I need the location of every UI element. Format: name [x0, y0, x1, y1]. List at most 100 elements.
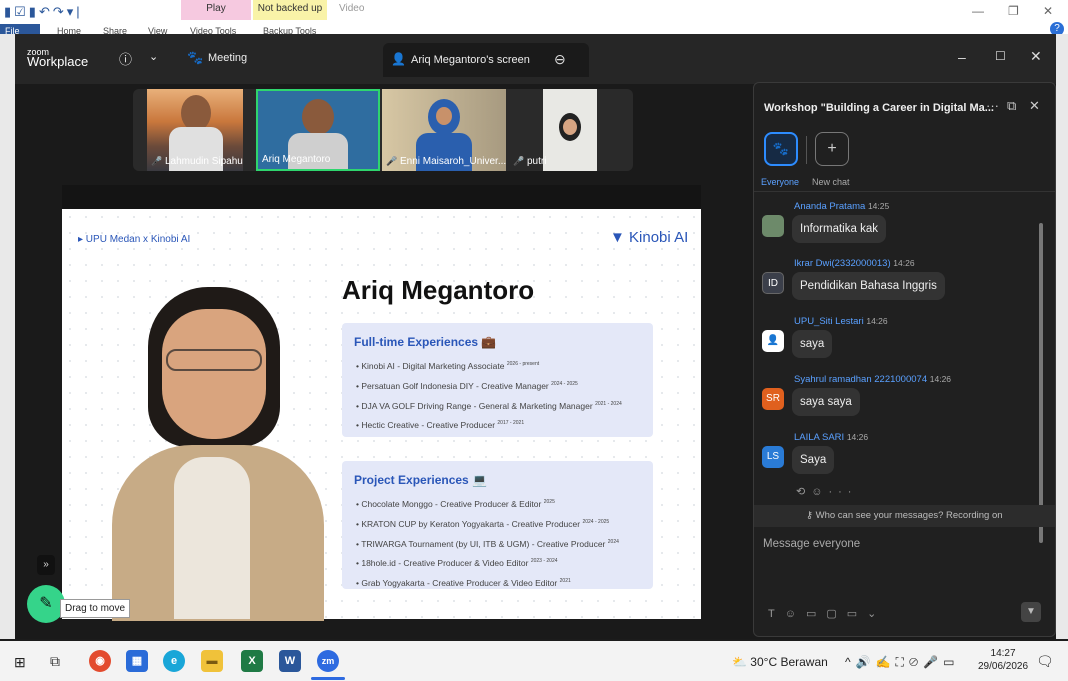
message-sender: LAILA SARI 14:26 — [794, 432, 869, 443]
more-icon[interactable]: ··· — [986, 98, 999, 113]
zoom-window: zoom Workplace ⓘ ⌄ 🐾 Meeting 👤 Ariq Mega… — [15, 34, 1056, 639]
chat-title: Workshop "Building a Career in Digital M… — [764, 102, 994, 114]
expand-up-icon[interactable]: » — [37, 555, 55, 575]
weather-cloud-icon: ⛅ — [732, 655, 747, 669]
person-key-icon: ⚷ — [806, 510, 813, 521]
minimize-icon[interactable]: — — [972, 4, 984, 18]
list-item: • KRATON CUP by Keraton Yogyakarta - Cre… — [356, 518, 610, 529]
info-icon[interactable]: ⓘ — [119, 49, 132, 68]
video-tile[interactable]: 🎤 Lahmudin Sipahutar ... — [147, 89, 243, 171]
more-options-icon[interactable]: ⊖ — [554, 51, 566, 68]
paw-icon: 🐾 — [187, 50, 204, 65]
speaker-glasses — [166, 349, 262, 371]
list-item: • TRIWARGA Tournament (by UI, ITB & UGM)… — [356, 538, 619, 549]
drag-tooltip: Drag to move — [60, 599, 131, 618]
project-title: Project Experiences 💻 — [354, 473, 488, 487]
word-icon[interactable]: W — [279, 650, 301, 672]
excel-icon[interactable]: X — [241, 650, 263, 672]
list-item: • Chocolate Monggo - Creative Producer &… — [356, 498, 555, 509]
zoom-app-icon[interactable]: zm — [317, 650, 339, 672]
file-explorer-icon[interactable]: ▬ — [201, 650, 223, 672]
list-item: • Hectic Creative - Creative Producer 20… — [356, 420, 525, 431]
participant-face — [563, 119, 577, 135]
tab-play[interactable]: Play — [181, 0, 251, 20]
avatar: LS — [762, 446, 784, 468]
store-icon[interactable]: ▦ — [126, 650, 148, 672]
meeting-tab[interactable]: Meeting — [208, 52, 247, 64]
message-input[interactable]: Message everyone — [763, 538, 860, 550]
window-title-video: Video — [339, 3, 365, 14]
speaker-name-heading: Ariq Megantoro — [342, 275, 535, 305]
message-sender: Ananda Pratama 14:25 — [794, 201, 890, 212]
mic-muted-icon: 🎤 — [151, 156, 163, 166]
speaker-shirt — [174, 457, 250, 619]
message-bubble: Pendidikan Bahasa Inggris — [792, 272, 945, 300]
screen-share-tab-label: Ariq Megantoro's screen — [411, 54, 530, 66]
mic-muted-icon: 🎤 — [513, 156, 525, 166]
message-sender: Ikrar Dwi(2332000013) 14:26 — [794, 258, 915, 269]
message-sender: Syahrul ramadhan 2221000074 14:26 — [794, 374, 952, 385]
clock-date: 29/06/2026 — [978, 661, 1029, 672]
chat-tab-divider — [806, 136, 807, 164]
weather-widget[interactable]: ⛅ 30°C Berawan — [732, 655, 828, 669]
message-bubble: Informatika kak — [792, 215, 886, 243]
restore-icon[interactable]: ❐ — [1008, 4, 1019, 18]
chat-formatting-toolbar[interactable]: T☺▭▢▭⌄ — [768, 607, 886, 620]
close-icon[interactable]: ✕ — [1043, 4, 1053, 18]
project-list: • Chocolate Monggo - Creative Producer &… — [342, 487, 653, 592]
notification-icon[interactable]: 🗨 — [1036, 653, 1054, 670]
clock-time: 14:27 — [990, 648, 1016, 659]
message-bubble: saya — [792, 330, 833, 358]
new-chat-plus-icon[interactable]: + — [815, 132, 849, 166]
screen-share-tab[interactable]: 👤 Ariq Megantoro's screen ⊖ — [383, 43, 589, 77]
tab-new-chat[interactable]: New chat — [812, 177, 850, 187]
popout-icon[interactable]: ⧉ — [1007, 98, 1016, 114]
list-item: • DJA VA GOLF Driving Range - General & … — [356, 400, 622, 411]
fulltime-list: • Kinobi AI - Digital Marketing Associat… — [342, 349, 653, 434]
windows-taskbar: ⊞ ⧉ ◉ ▦ e ▬ X W zm ⛅ 30°C Berawan ^🔊✍⛶⊘🎤… — [0, 641, 1068, 681]
avatar: SR — [762, 388, 784, 410]
close-icon[interactable]: ✕ — [1030, 48, 1042, 65]
video-tile[interactable]: 🎤 putri — [509, 89, 597, 171]
clock[interactable]: 14:27 29/06/2026 — [978, 647, 1028, 673]
user-icon: 👤 — [391, 52, 406, 66]
list-item: • 18hole.id - Creative Producer & Video … — [356, 558, 558, 569]
video-tile[interactable]: 🎤 Enni Maisaroh_Univer... — [382, 89, 506, 171]
message-bubble: Saya — [792, 446, 835, 474]
message-sender: UPU_Siti Lestari 14:26 — [794, 316, 888, 327]
participant-name: Enni Maisaroh_Univer... — [400, 156, 506, 167]
shared-screen-slide: ▸ UPU Medan x Kinobi AI ▼ Kinobi AI Ariq… — [62, 209, 701, 621]
quick-access-toolbar[interactable]: ▮☑▮↶↷▾| — [4, 4, 83, 20]
participant-face — [436, 107, 452, 125]
zoom-logo-big: Workplace — [27, 54, 89, 69]
system-tray-icons[interactable]: ^🔊✍⛶⊘🎤▭ — [845, 655, 959, 670]
send-icon[interactable]: ▼ — [1021, 602, 1041, 622]
task-view-icon[interactable]: ⧉ — [50, 653, 60, 670]
windows-start-icon[interactable]: ⊞ — [14, 654, 26, 671]
minimize-icon[interactable]: – — [958, 49, 966, 65]
tab-everyone[interactable]: Everyone — [761, 177, 799, 187]
video-tile-active-speaker[interactable]: Ariq Megantoro — [256, 89, 380, 171]
participant-name: Lahmudin Sipahutar ... — [165, 156, 243, 167]
tab-not-backed-up[interactable]: Not backed up — [253, 0, 327, 20]
participant-name: Ariq Megantoro — [262, 154, 331, 165]
slide-breadcrumb: ▸ UPU Medan x Kinobi AI — [78, 234, 191, 245]
zoom-titlebar: zoom Workplace ⓘ ⌄ 🐾 Meeting 👤 Ariq Mega… — [15, 34, 1056, 84]
everyone-chat-icon[interactable]: 🐾 — [764, 132, 798, 166]
chat-scrollbar[interactable] — [1039, 223, 1043, 543]
edge-icon[interactable]: e — [163, 650, 185, 672]
maximize-icon[interactable]: ☐ — [995, 49, 1006, 63]
project-experience-card: Project Experiences 💻 • Chocolate Monggo… — [342, 461, 653, 589]
message-reaction-icons[interactable]: ⟲☺··· — [796, 485, 857, 498]
chrome-icon[interactable]: ◉ — [89, 650, 111, 672]
active-app-indicator — [311, 677, 345, 680]
kinobi-logo: ▼ Kinobi AI — [610, 229, 688, 246]
close-icon[interactable]: ✕ — [1029, 98, 1040, 114]
avatar: ID — [762, 272, 784, 294]
participant-face — [181, 95, 211, 131]
kinobi-brand: Kinobi AI — [629, 229, 689, 246]
participant-body — [288, 133, 348, 169]
kinobi-logo-icon: ▼ — [610, 229, 625, 246]
chevron-down-icon[interactable]: ⌄ — [149, 50, 158, 63]
message-bubble: saya saya — [792, 388, 860, 416]
